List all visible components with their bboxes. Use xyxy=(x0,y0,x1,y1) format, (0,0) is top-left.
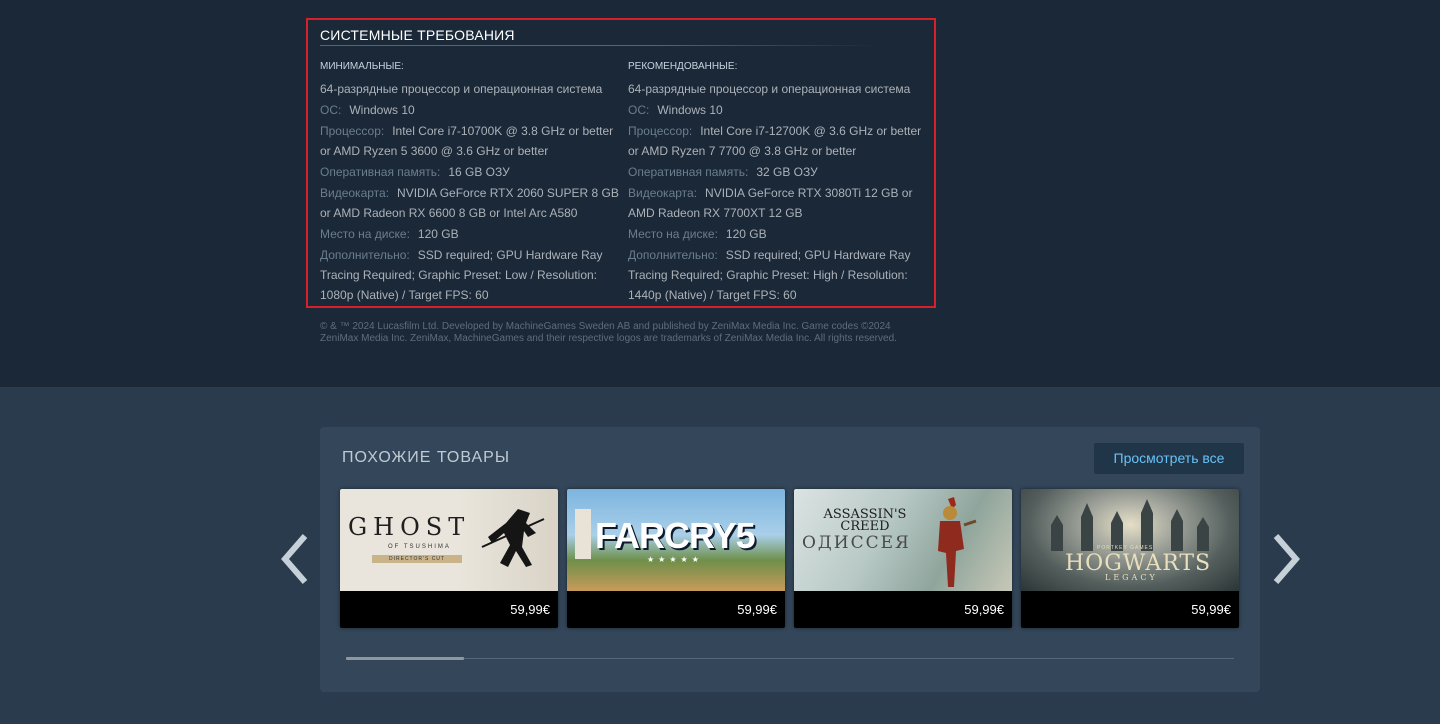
game-price: 59,99€ xyxy=(964,602,1004,617)
game-card-far-cry-5[interactable]: FARCRY5 ★★★★★ 59,99€ xyxy=(567,489,785,628)
sysreq-minimum-column: МИНИМАЛЬНЫЕ: 64-разрядные процессор и оп… xyxy=(320,60,620,305)
req-os: ОС: Windows 10 xyxy=(628,100,928,120)
game-card-assassins-creed-odyssey[interactable]: ASSASSIN'S CREED ОДИССЕЯ 59,99€ xyxy=(794,489,1012,628)
view-all-button[interactable]: Просмотреть все xyxy=(1094,443,1244,474)
req-os-label: ОС: xyxy=(628,103,650,117)
chevron-left-icon[interactable] xyxy=(279,532,309,586)
req-disk-label: Место на диске: xyxy=(320,227,410,241)
game-logo-text: GHOST xyxy=(348,513,471,541)
req-64bit: 64-разрядные процессор и операционная си… xyxy=(628,82,911,96)
sysreq-recommended-column: РЕКОМЕНДОВАННЫЕ: 64-разрядные процессор … xyxy=(628,60,928,305)
castle-illustration xyxy=(1051,499,1209,551)
req-cpu-label: Процессор: xyxy=(320,124,385,138)
game-logo-edition: DIRECTOR'S CUT xyxy=(372,555,462,563)
req-disk-value: 120 GB xyxy=(417,227,459,241)
sysreq-recommended-heading: РЕКОМЕНДОВАННЫЕ: xyxy=(628,61,738,72)
spartan-warrior-icon xyxy=(938,497,977,587)
req-ram: Оперативная память: 16 GB ОЗУ xyxy=(320,162,620,182)
req-gpu-label: Видеокарта: xyxy=(320,186,390,200)
game-price: 59,99€ xyxy=(1191,602,1231,617)
sysreq-divider xyxy=(320,45,880,46)
req-extra: Дополнительно: SSD required; GPU Hardware… xyxy=(320,245,620,305)
game-logo-text: FARCRY5 xyxy=(595,515,756,556)
req-cpu-label: Процессор: xyxy=(628,124,693,138)
req-extra: Дополнительно: SSD required; GPU Hardware… xyxy=(628,245,928,305)
game-logo-subtitle: ОДИССЕЯ xyxy=(802,533,911,553)
similar-products-panel: ПОХОЖИЕ ТОВАРЫ Просмотреть все GHOST OF … xyxy=(320,427,1260,692)
similar-carousel: GHOST OF TSUSHIMA DIRECTOR'S CUT 59,99€ … xyxy=(340,489,1240,629)
sysreq-title: СИСТЕМНЫЕ ТРЕБОВАНИЯ xyxy=(320,27,515,43)
game-price: 59,99€ xyxy=(737,602,777,617)
req-cpu: Процессор: Intel Core i7-10700K @ 3.8 GHz… xyxy=(320,121,620,161)
sysreq-minimum-heading: МИНИМАЛЬНЫЕ: xyxy=(320,61,404,72)
game-card-ghost-of-tsushima[interactable]: GHOST OF TSUSHIMA DIRECTOR'S CUT 59,99€ xyxy=(340,489,558,628)
req-ram: Оперативная память: 32 GB ОЗУ xyxy=(628,162,928,182)
carousel-scrollbar-thumb[interactable] xyxy=(346,657,464,660)
req-disk: Место на диске: 120 GB xyxy=(320,224,620,244)
game-price: 59,99€ xyxy=(510,602,550,617)
req-ram-value: 32 GB ОЗУ xyxy=(756,165,818,179)
logo-stars-icon: ★★★★★ xyxy=(647,555,703,564)
legal-notice: © & ™ 2024 Lucasfilm Ltd. Developed by M… xyxy=(320,321,897,344)
req-disk-label: Место на диске: xyxy=(628,227,718,241)
req-ram-label: Оперативная память: xyxy=(320,165,441,179)
samurai-figure-icon xyxy=(481,509,545,567)
req-os-value: Windows 10 xyxy=(349,103,415,117)
req-64bit: 64-разрядные процессор и операционная си… xyxy=(320,82,603,96)
church-illustration xyxy=(575,509,591,559)
req-gpu: Видеокарта: NVIDIA GeForce RTX 3080Ti 12 … xyxy=(628,183,928,223)
similar-title: ПОХОЖИЕ ТОВАРЫ xyxy=(342,449,510,466)
game-capsule-image: FARCRY5 ★★★★★ xyxy=(567,489,785,591)
game-capsule-image: PORTKEY GAMES HOGWARTS LEGACY xyxy=(1021,489,1239,591)
req-ram-label: Оперативная память: xyxy=(628,165,749,179)
req-disk-value: 120 GB xyxy=(725,227,767,241)
req-ram-value: 16 GB ОЗУ xyxy=(448,165,510,179)
req-os-label: ОС: xyxy=(320,103,342,117)
req-extra-label: Дополнительно: xyxy=(628,248,718,262)
req-gpu: Видеокарта: NVIDIA GeForce RTX 2060 SUPER… xyxy=(320,183,620,223)
system-requirements-panel: СИСТЕМНЫЕ ТРЕБОВАНИЯ МИНИМАЛЬНЫЕ: 64-раз… xyxy=(306,18,936,308)
req-os-value: Windows 10 xyxy=(657,103,723,117)
req-disk: Место на диске: 120 GB xyxy=(628,224,928,244)
req-cpu: Процессор: Intel Core i7-12700K @ 3.6 GHz… xyxy=(628,121,928,161)
chevron-right-icon[interactable] xyxy=(1272,532,1302,586)
game-card-hogwarts-legacy[interactable]: PORTKEY GAMES HOGWARTS LEGACY 59,99€ xyxy=(1021,489,1239,628)
game-logo-text: ASSASSIN'S CREED xyxy=(823,507,907,534)
req-os: ОС: Windows 10 xyxy=(320,100,620,120)
game-logo-subtitle: OF TSUSHIMA xyxy=(388,544,451,550)
req-gpu-label: Видеокарта: xyxy=(628,186,698,200)
carousel-scrollbar-track[interactable] xyxy=(346,658,1234,659)
game-logo-subtitle: LEGACY xyxy=(1105,573,1158,582)
game-capsule-image: GHOST OF TSUSHIMA DIRECTOR'S CUT xyxy=(340,489,558,591)
game-capsule-image: ASSASSIN'S CREED ОДИССЕЯ xyxy=(794,489,1012,591)
req-extra-label: Дополнительно: xyxy=(320,248,410,262)
